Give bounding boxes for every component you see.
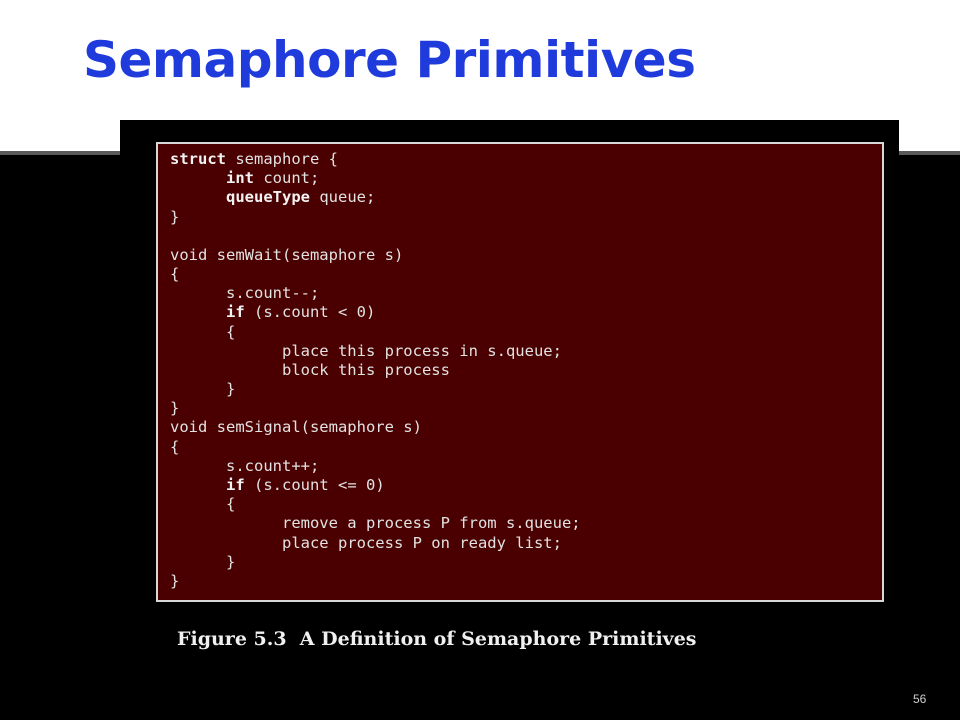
code-line: s.count--; bbox=[170, 284, 581, 303]
code-text: (s.count <= 0) bbox=[244, 476, 385, 494]
code-line: if (s.count <= 0) bbox=[170, 476, 581, 495]
code-text: place this process in s.queue; bbox=[281, 341, 562, 360]
code-text: { bbox=[170, 264, 180, 283]
code-text: } bbox=[226, 552, 236, 571]
code-keyword: queueType bbox=[226, 188, 310, 207]
code-lines: struct semaphore { int count; queueType … bbox=[170, 150, 581, 591]
code-keyword: if bbox=[226, 303, 245, 322]
code-text: (s.count < 0) bbox=[244, 303, 376, 322]
code-text: block this process bbox=[281, 360, 450, 379]
code-keyword: struct bbox=[170, 150, 226, 168]
code-line: place process P on ready list; bbox=[170, 534, 581, 553]
code-text: s.count++; bbox=[226, 456, 320, 475]
code-text: void semSignal(semaphore s) bbox=[170, 418, 422, 437]
code-listing: struct semaphore { int count; queueType … bbox=[156, 142, 884, 602]
code-keyword: int bbox=[226, 169, 254, 188]
code-line: void semSignal(semaphore s) bbox=[170, 418, 581, 437]
code-line: { bbox=[170, 323, 581, 342]
code-line: { bbox=[170, 438, 581, 457]
code-line: block this process bbox=[170, 361, 581, 380]
code-line: { bbox=[170, 495, 581, 514]
code-text: semaphore { bbox=[226, 150, 338, 168]
code-line: } bbox=[170, 553, 581, 572]
code-line: void semWait(semaphore s) bbox=[170, 246, 581, 265]
code-text: } bbox=[170, 399, 180, 418]
code-text: { bbox=[170, 437, 180, 456]
code-line: } bbox=[170, 380, 581, 399]
code-blank-line bbox=[170, 227, 581, 246]
code-text: place process P on ready list; bbox=[281, 533, 562, 552]
code-line: queueType queue; bbox=[170, 188, 581, 207]
code-text: } bbox=[170, 207, 180, 226]
code-line: remove a process P from s.queue; bbox=[170, 514, 581, 533]
code-text: count; bbox=[254, 169, 320, 188]
code-line: } bbox=[170, 572, 581, 591]
code-text: } bbox=[226, 380, 236, 399]
code-text: { bbox=[226, 322, 236, 341]
code-text: queue; bbox=[310, 188, 376, 207]
code-line: if (s.count < 0) bbox=[170, 303, 581, 322]
figure-caption: Figure 5.3 A Definition of Semaphore Pri… bbox=[177, 628, 697, 650]
slide-number: 56 bbox=[913, 692, 927, 706]
code-line: } bbox=[170, 399, 581, 418]
code-line: } bbox=[170, 208, 581, 227]
code-keyword: if bbox=[226, 476, 245, 494]
code-line: struct semaphore { bbox=[170, 150, 581, 169]
code-text: } bbox=[170, 571, 180, 590]
slide-title: Semaphore Primitives bbox=[83, 31, 696, 89]
code-line: place this process in s.queue; bbox=[170, 342, 581, 361]
code-text: s.count--; bbox=[226, 284, 320, 303]
code-text: remove a process P from s.queue; bbox=[281, 514, 581, 533]
code-text: { bbox=[226, 495, 236, 514]
code-text: void semWait(semaphore s) bbox=[170, 245, 404, 264]
code-line: int count; bbox=[170, 169, 581, 188]
code-line: s.count++; bbox=[170, 457, 581, 476]
code-line: { bbox=[170, 265, 581, 284]
